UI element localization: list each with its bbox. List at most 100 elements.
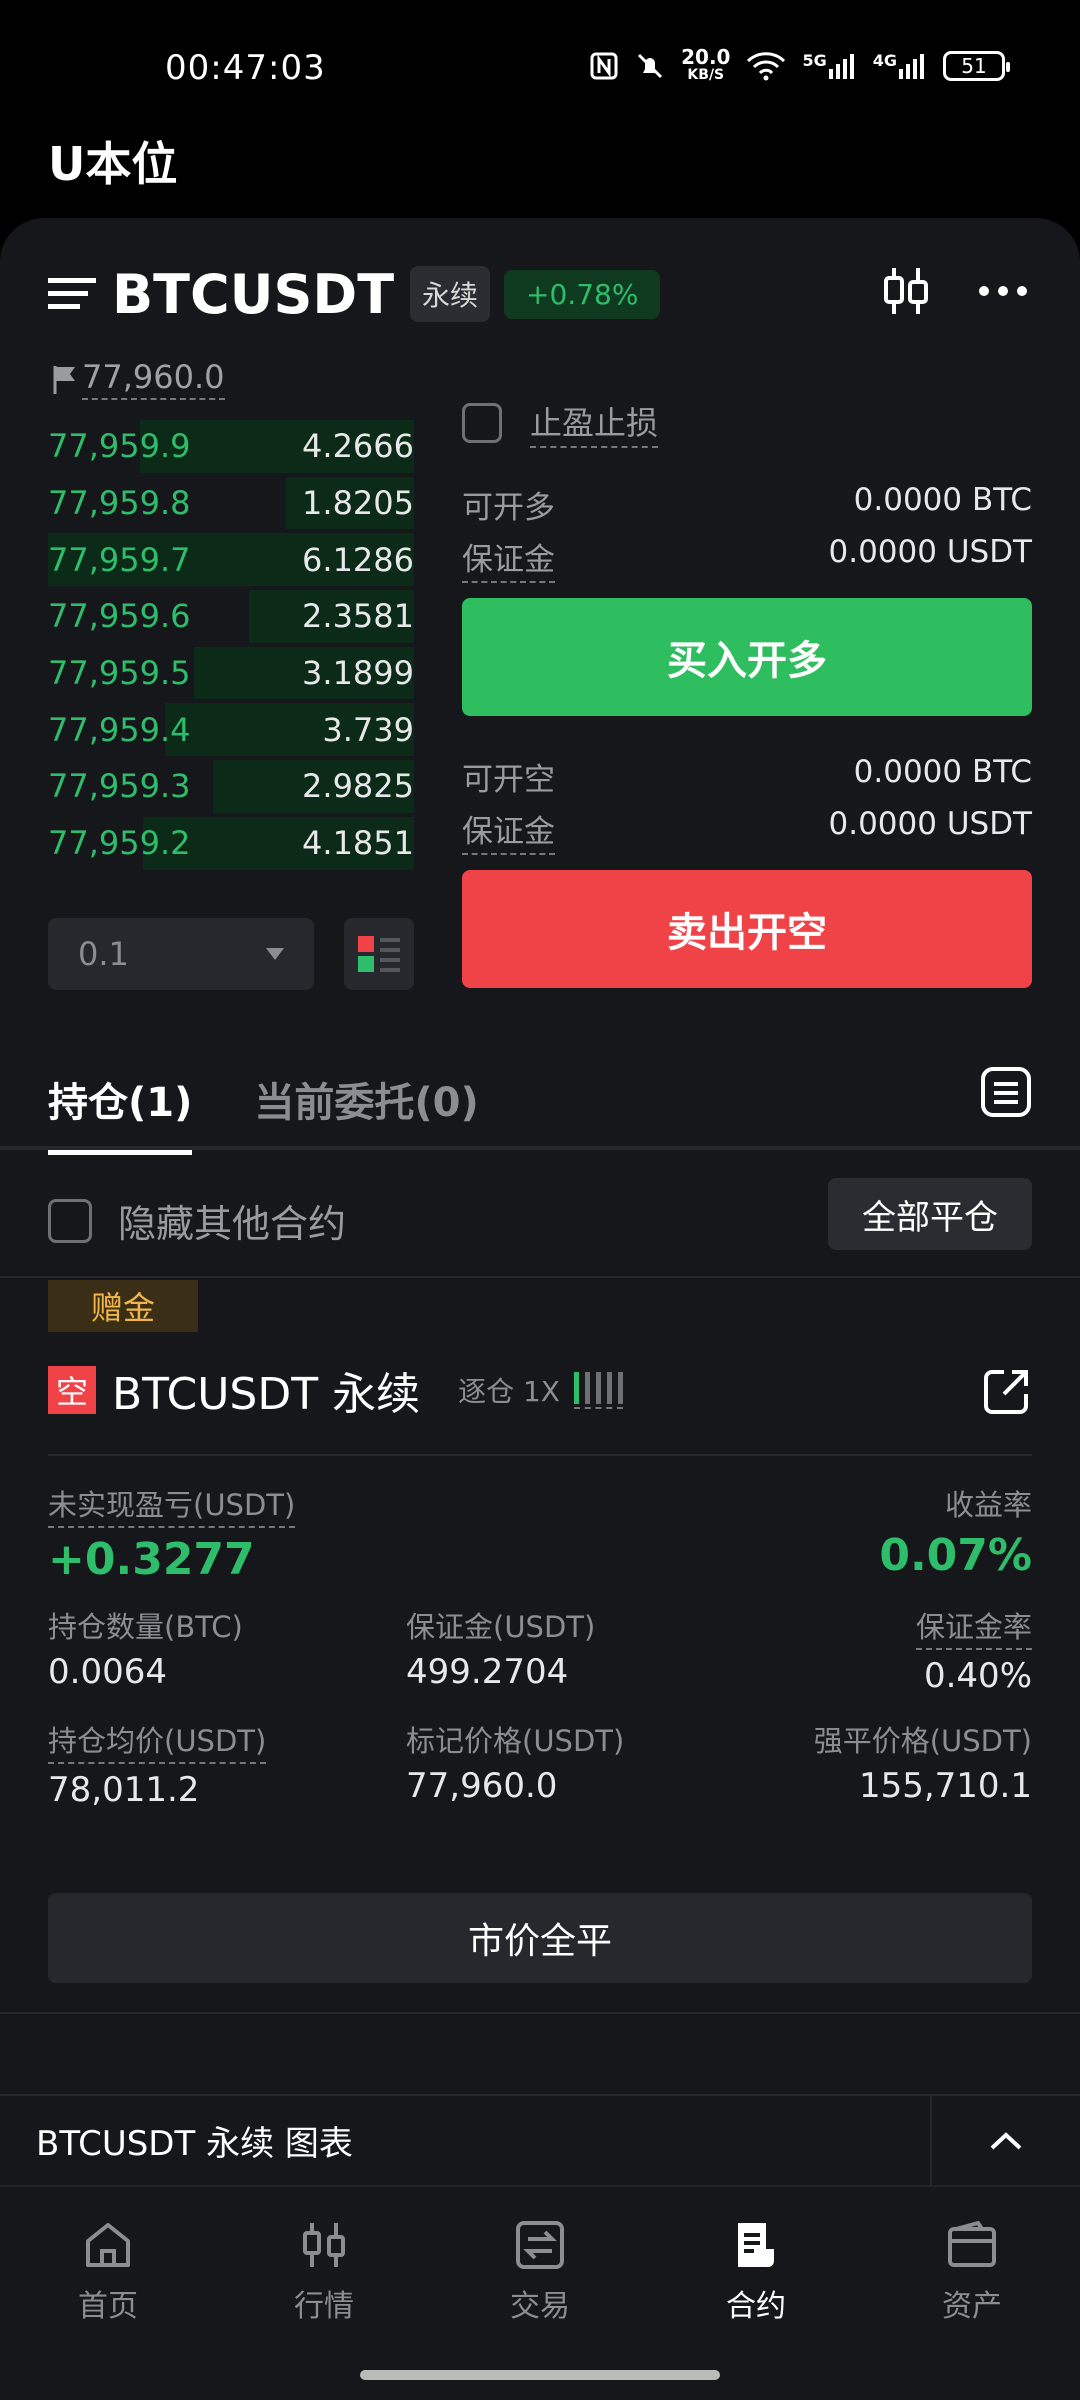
orderbook-layout-icon	[358, 936, 400, 972]
short-margin-row: 保证金 0.0000 USDT	[462, 806, 1032, 855]
position-margin: 保证金(USDT) 499.2704	[406, 1610, 596, 1692]
flag-icon	[53, 366, 75, 394]
orderbook-layout-toggle[interactable]	[344, 918, 414, 990]
bid-price: 77,959.2	[48, 824, 191, 863]
status-icons: 20.0 KB/S 5G 4G 51	[589, 45, 1010, 84]
orderbook-row[interactable]: 77,959.4 3.739	[48, 701, 414, 758]
status-time: 00:47:03	[165, 48, 326, 88]
margin-ratio: 保证金率 0.40%	[915, 1604, 1032, 1696]
signal-5g-icon: 5G	[802, 51, 856, 81]
page-title: U本位	[48, 137, 178, 191]
bonus-tag: 赠金	[48, 1280, 198, 1332]
share-icon[interactable]	[982, 1368, 1030, 1416]
chart-bar[interactable]: BTCUSDT 永续 图表	[0, 2094, 1080, 2186]
contract-icon	[738, 2223, 774, 2268]
tabs-divider	[0, 1146, 1080, 1150]
mark-price[interactable]: 77,960.0	[52, 358, 225, 400]
orderbook-row[interactable]: 77,959.8 1.8205	[48, 475, 414, 532]
orderbook-row[interactable]: 77,959.2 4.1851	[48, 815, 414, 872]
bid-price: 77,959.3	[48, 767, 191, 806]
card-bottom-divider	[0, 2012, 1080, 2014]
symbol-name[interactable]: BTCUSDT	[112, 263, 394, 326]
margin-mode[interactable]: 逐仓 1X	[458, 1370, 560, 1410]
bid-price: 77,959.4	[48, 710, 191, 749]
swap-icon	[516, 2221, 564, 2269]
bid-price: 77,959.7	[48, 540, 191, 579]
nav-futures[interactable]: 合约	[648, 2187, 864, 2400]
orderbook-row[interactable]: 77,959.9 4.2666	[48, 418, 414, 475]
bid-quantity: 4.2666	[302, 427, 414, 466]
short-side-badge: 空	[48, 1366, 96, 1414]
position-title: 空 BTCUSDT 永续 逐仓 1X	[48, 1358, 623, 1422]
depth-precision-select[interactable]: 0.1	[48, 918, 314, 990]
long-margin-row: 保证金 0.0000 USDT	[462, 534, 1032, 583]
chart-expand-toggle[interactable]	[930, 2096, 1080, 2186]
candles-icon[interactable]	[882, 266, 930, 316]
mute-icon	[635, 51, 665, 81]
buy-long-button[interactable]: 买入开多	[462, 598, 1032, 716]
nav-home[interactable]: 首页	[0, 2187, 216, 2400]
orderbook-row[interactable]: 77,959.6 2.3581	[48, 588, 414, 645]
unrealized-pnl: 未实现盈亏(USDT) +0.3277	[48, 1482, 296, 1585]
position-tabs: 持仓(1) 当前委托(0)	[48, 1070, 479, 1155]
position-mark-price: 标记价格(USDT) 77,960.0	[406, 1724, 625, 1806]
entry-price: 持仓均价(USDT) 78,011.2	[48, 1718, 267, 1810]
card-divider	[48, 1454, 1032, 1456]
bid-price: 77,959.6	[48, 597, 191, 636]
long-available-row: 可开多 0.0000 BTC	[462, 482, 1032, 526]
position-symbol[interactable]: BTCUSDT 永续	[112, 1358, 420, 1422]
change-badge: +0.78%	[504, 269, 661, 319]
orderbook-row[interactable]: 77,959.5 3.1899	[48, 645, 414, 702]
symbol-header: BTCUSDT 永续 +0.78%	[48, 258, 661, 330]
bid-quantity: 1.8205	[302, 484, 414, 523]
market-close-button[interactable]: 市价全平	[48, 1893, 1032, 1983]
tab-open-orders[interactable]: 当前委托(0)	[254, 1070, 478, 1155]
bottom-nav: 首页 行情 交易 合约 资产	[0, 2185, 1080, 2400]
bid-quantity: 2.9825	[302, 767, 414, 806]
status-bar: 00:47:03 20.0 KB/S 5G 4G 51	[0, 0, 1080, 110]
bid-quantity: 6.1286	[302, 540, 414, 579]
bid-quantity: 3.1899	[302, 654, 414, 693]
bid-price: 77,959.9	[48, 427, 191, 466]
nav-trade[interactable]: 交易	[432, 2187, 648, 2400]
net-speed: 20.0 KB/S	[681, 45, 731, 83]
tab-positions[interactable]: 持仓(1)	[48, 1070, 193, 1155]
liquidation-price: 强平价格(USDT) 155,710.1	[813, 1724, 1032, 1806]
chevron-up-icon	[990, 2132, 1022, 2150]
chart-bar-label: BTCUSDT 永续 图表	[36, 2123, 353, 2164]
home-indicator[interactable]	[360, 2370, 720, 2380]
nav-assets[interactable]: 资产	[864, 2187, 1080, 2400]
tpsl-option[interactable]: 止盈止损	[462, 398, 659, 448]
wifi-icon	[746, 51, 786, 81]
bid-quantity: 2.3581	[302, 597, 414, 636]
orderbook-bids: 77,959.9 4.2666 77,959.8 1.8205 77,959.7 6.12…	[48, 418, 414, 872]
more-icon[interactable]	[978, 285, 1028, 297]
wallet-icon	[948, 2220, 996, 2267]
orderbook-row[interactable]: 77,959.3 2.9825	[48, 758, 414, 815]
close-all-button[interactable]: 全部平仓	[828, 1178, 1032, 1250]
candles-icon	[303, 2223, 345, 2267]
hide-others-checkbox[interactable]	[48, 1198, 92, 1243]
hide-other-contracts[interactable]: 隐藏其他合约	[48, 1193, 346, 1248]
bid-quantity: 3.739	[322, 710, 414, 749]
menu-icon[interactable]	[48, 276, 96, 312]
bid-price: 77,959.8	[48, 484, 191, 523]
position-size: 持仓数量(BTC) 0.0064	[48, 1610, 243, 1692]
perp-tag: 永续	[410, 266, 491, 322]
bid-quantity: 4.1851	[302, 824, 414, 863]
orderbook-row[interactable]: 77,959.7 6.1286	[48, 531, 414, 588]
chevron-down-icon	[266, 948, 284, 960]
order-history-icon[interactable]	[980, 1066, 1032, 1118]
trading-panel: BTCUSDT 永续 +0.78% 77,960.0 77,959.9 4.266…	[0, 218, 1080, 2186]
sell-short-button[interactable]: 卖出开空	[462, 870, 1032, 988]
nav-markets[interactable]: 行情	[216, 2187, 432, 2400]
short-available-row: 可开空 0.0000 BTC	[462, 754, 1032, 798]
nfc-icon	[589, 51, 619, 81]
leverage-bars-icon	[574, 1371, 623, 1409]
battery-icon: 51	[943, 51, 1010, 81]
home-icon	[86, 2223, 130, 2267]
tpsl-checkbox[interactable]	[462, 403, 502, 443]
list-divider	[0, 1276, 1080, 1278]
signal-4g-icon: 4G	[873, 51, 927, 81]
header-actions	[882, 266, 1028, 316]
